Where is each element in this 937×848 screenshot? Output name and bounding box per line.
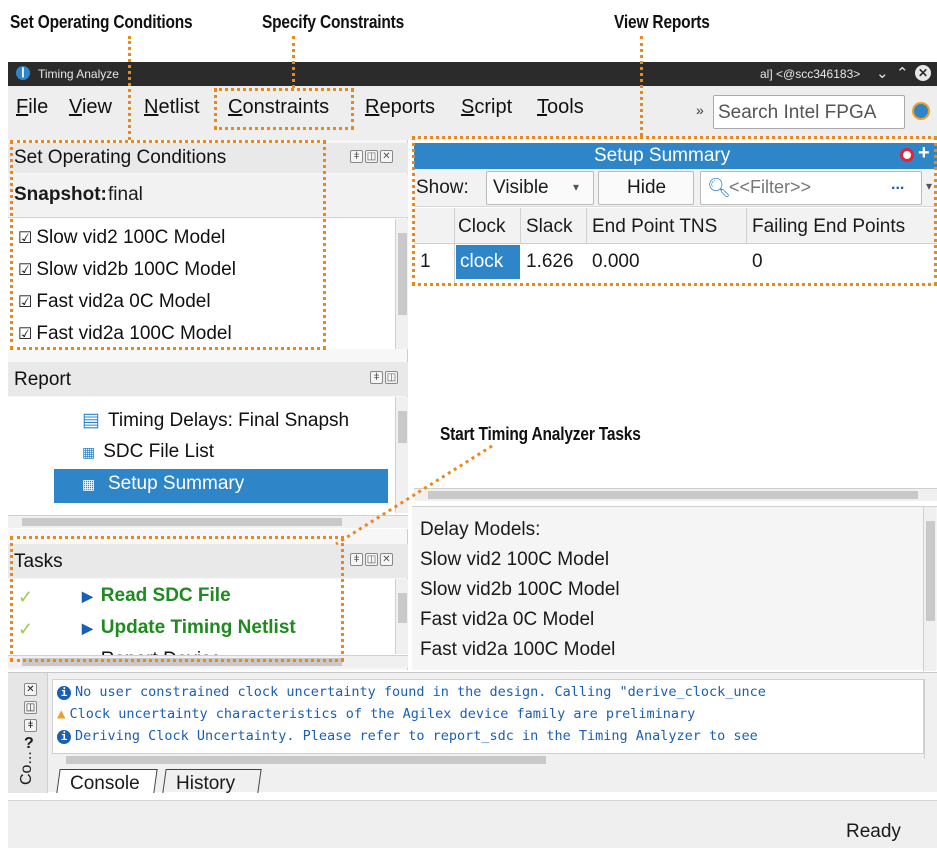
console-hscrollbar[interactable] (52, 753, 924, 766)
search-placeholder: Search Intel FPGA (718, 102, 877, 123)
delay-model-item: Slow vid2 100C Model (420, 549, 610, 570)
minimize-icon[interactable]: ⌄ (876, 64, 889, 82)
report-doc-icon: ▤ (82, 410, 100, 431)
console-side-label: Co... (18, 751, 35, 785)
pin-icon[interactable]: ǂ (350, 553, 363, 566)
console-message: ▲ Clock uncertainty characteristics of th… (57, 706, 696, 722)
callout-leader (292, 36, 295, 88)
float-icon[interactable]: ◫ (365, 150, 378, 163)
tab-history-label[interactable]: History (176, 773, 235, 795)
delay-model-item: Fast vid2a 0C Model (420, 609, 595, 630)
callout-start-tasks: Start Timing Analyzer Tasks (440, 424, 641, 444)
window-title: Timing Analyze (38, 67, 119, 81)
report-item-sdc-file-list[interactable]: ▦ SDC File List (82, 441, 214, 463)
float-icon[interactable]: ◫ (385, 371, 398, 384)
callout-box-op-conditions (10, 140, 326, 350)
menu-tools[interactable]: Tools (537, 96, 584, 119)
float-icon[interactable]: ◫ (365, 553, 378, 566)
console-messages: i No user constrained clock uncertainty f… (52, 679, 924, 759)
report-title: Report (14, 369, 72, 390)
panel-close-icon[interactable]: ✕ (380, 553, 393, 566)
table-icon: ▦ (82, 444, 96, 460)
menu-netlist[interactable]: Netlist (144, 96, 200, 119)
pin-icon[interactable]: ǂ (370, 371, 383, 384)
pin-icon[interactable]: ǂ (350, 150, 363, 163)
search-field[interactable]: Search Intel FPGA (713, 95, 905, 129)
delay-model-item: Fast vid2a 100C Model (420, 639, 616, 660)
status-text: Ready (846, 821, 901, 842)
callout-set-operating-conditions: Set Operating Conditions (10, 12, 193, 32)
callout-box-constraints (214, 88, 354, 130)
menu-file[interactable]: File (16, 96, 48, 119)
menu-reports[interactable]: Reports (365, 96, 435, 119)
report-header: Report ǂ ◫ (8, 362, 408, 396)
globe-icon[interactable] (912, 102, 930, 120)
callout-box-tasks (10, 536, 344, 662)
menu-bar: File View Netlist Constraints Reports Sc… (8, 86, 937, 140)
window-titlebar: ❙ Timing Analyze al] <@scc346183> ⌄ ⌃ ✕ (8, 62, 937, 86)
pin-icon[interactable]: ǂ (24, 719, 37, 732)
callout-leader (128, 36, 131, 140)
info-icon: i (57, 730, 71, 744)
callout-specify-constraints: Specify Constraints (262, 12, 405, 32)
menu-view[interactable]: View (69, 96, 112, 119)
report-item-timing-delays[interactable]: ▤ Timing Delays: Final Snapsh (82, 409, 349, 432)
callout-box-reports (412, 136, 937, 286)
tasks-scrollbar[interactable] (395, 579, 408, 654)
info-icon: i (57, 686, 71, 700)
delay-model-item: Slow vid2b 100C Model (420, 579, 620, 600)
console-message: i Deriving Clock Uncertainty. Please refe… (57, 728, 758, 744)
tab-console-label[interactable]: Console (70, 773, 140, 795)
close-icon[interactable]: ✕ (915, 65, 931, 81)
window-title-right: al] <@scc346183> (760, 67, 861, 81)
console-scrollbar[interactable] (924, 679, 937, 759)
warning-icon: ▲ (57, 706, 66, 722)
model-list-scrollbar[interactable] (395, 219, 408, 349)
toolbar-extension-chevron[interactable]: » (696, 102, 704, 118)
status-bar: Ready (8, 800, 937, 848)
callout-view-reports: View Reports (614, 12, 710, 32)
delay-models-scrollbar[interactable] (923, 507, 936, 671)
panel-close-icon[interactable]: ✕ (24, 683, 37, 696)
callout-leader (640, 36, 643, 136)
console-side-toolbar: ✕ ◫ ǂ ? Co... (8, 673, 48, 793)
app-icon: ❙ (16, 66, 30, 80)
menu-script[interactable]: Script (461, 96, 512, 119)
console-message: i No user constrained clock uncertainty f… (57, 684, 766, 700)
panel-close-icon[interactable]: ✕ (380, 150, 393, 163)
table-icon: ▦ (82, 476, 96, 492)
float-icon[interactable]: ◫ (24, 701, 37, 714)
callout-leader-tasks (335, 444, 493, 546)
maximize-icon[interactable]: ⌃ (896, 64, 909, 82)
console-panel: ✕ ◫ ǂ ? Co... i No user constrained clock… (8, 672, 937, 795)
